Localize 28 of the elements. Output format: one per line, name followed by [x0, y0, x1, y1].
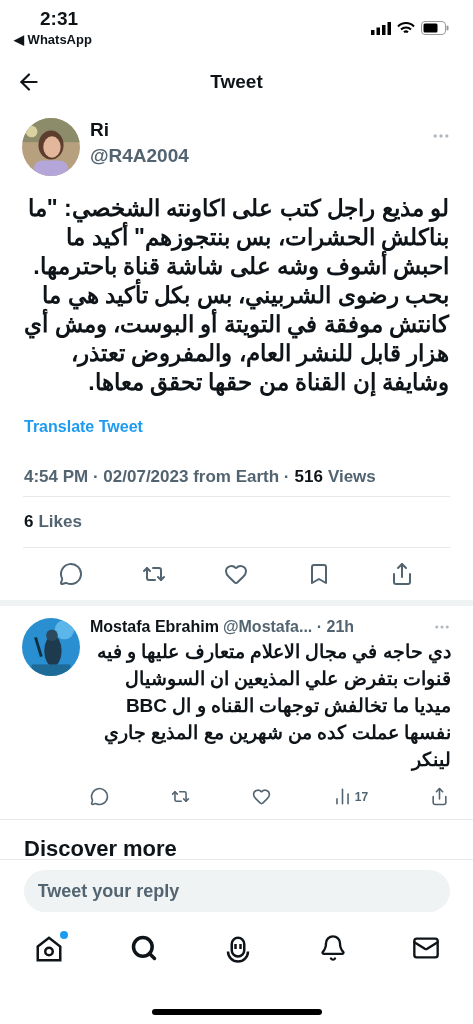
heart-icon[interactable]	[251, 787, 271, 806]
heart-icon[interactable]	[224, 562, 249, 586]
status-time: 2:31	[39, 8, 80, 30]
likes-label[interactable]: Likes	[38, 512, 82, 532]
search-icon[interactable]	[129, 934, 158, 962]
page-title: Tweet	[210, 71, 263, 93]
views-label: Views	[327, 467, 376, 487]
author-handle[interactable]: @R4A2004	[90, 145, 421, 167]
reply-icon[interactable]	[59, 562, 84, 586]
author-name[interactable]: Ri	[90, 119, 421, 141]
home-icon[interactable]	[34, 934, 64, 964]
back-to-app-link[interactable]: ◀ WhatsApp	[14, 32, 92, 47]
tweet-timestamp: 4:54 PM · 02/07/2023 from Earth ·	[24, 467, 290, 487]
wifi-icon	[397, 21, 415, 35]
likes-count[interactable]: 6	[24, 512, 34, 532]
share-icon[interactable]	[430, 787, 449, 806]
battery-icon	[421, 21, 449, 35]
reply-field[interactable]: Tweet your reply	[23, 870, 450, 912]
view-count: 17	[354, 789, 369, 804]
signal-icon	[371, 21, 391, 35]
tweet-text: لو مذيع راجل كتب على اكاونته الشخصي: "ما بناكلش الحشرات، بس بنتجوزهم" أكيد ما احبش أشوف وشه على شاشة قناة باحترمها. بحب رضوى الشربيني، بس بكل تأكيد هي ما كانتش موفقة في التويتة أو البوست، ومش أي هزار قابل للنشر العام، والمفروض تعتذر، وشايفة إن القناة من حقها تحقق معاها.	[23, 194, 451, 399]
section-heading: Discover more	[24, 836, 178, 859]
bell-icon[interactable]	[318, 934, 347, 962]
reply-author-name[interactable]: Mostafa Ebrahim	[90, 618, 219, 636]
reply-text: دي حاجه في مجال الاعلام متعارف عليها و فيه قنوات بتفرض علي المذيعين ان السوشيال ميديا ما تخالفش توجهات القناه و ال BBC نفسها عملت كده من شهرين مع المذيع جاري لينكر	[95, 640, 451, 773]
reply-icon[interactable]	[90, 787, 109, 806]
views-count: 516	[294, 467, 323, 487]
reply-meta: @Mostafa... · 21h	[222, 618, 355, 636]
